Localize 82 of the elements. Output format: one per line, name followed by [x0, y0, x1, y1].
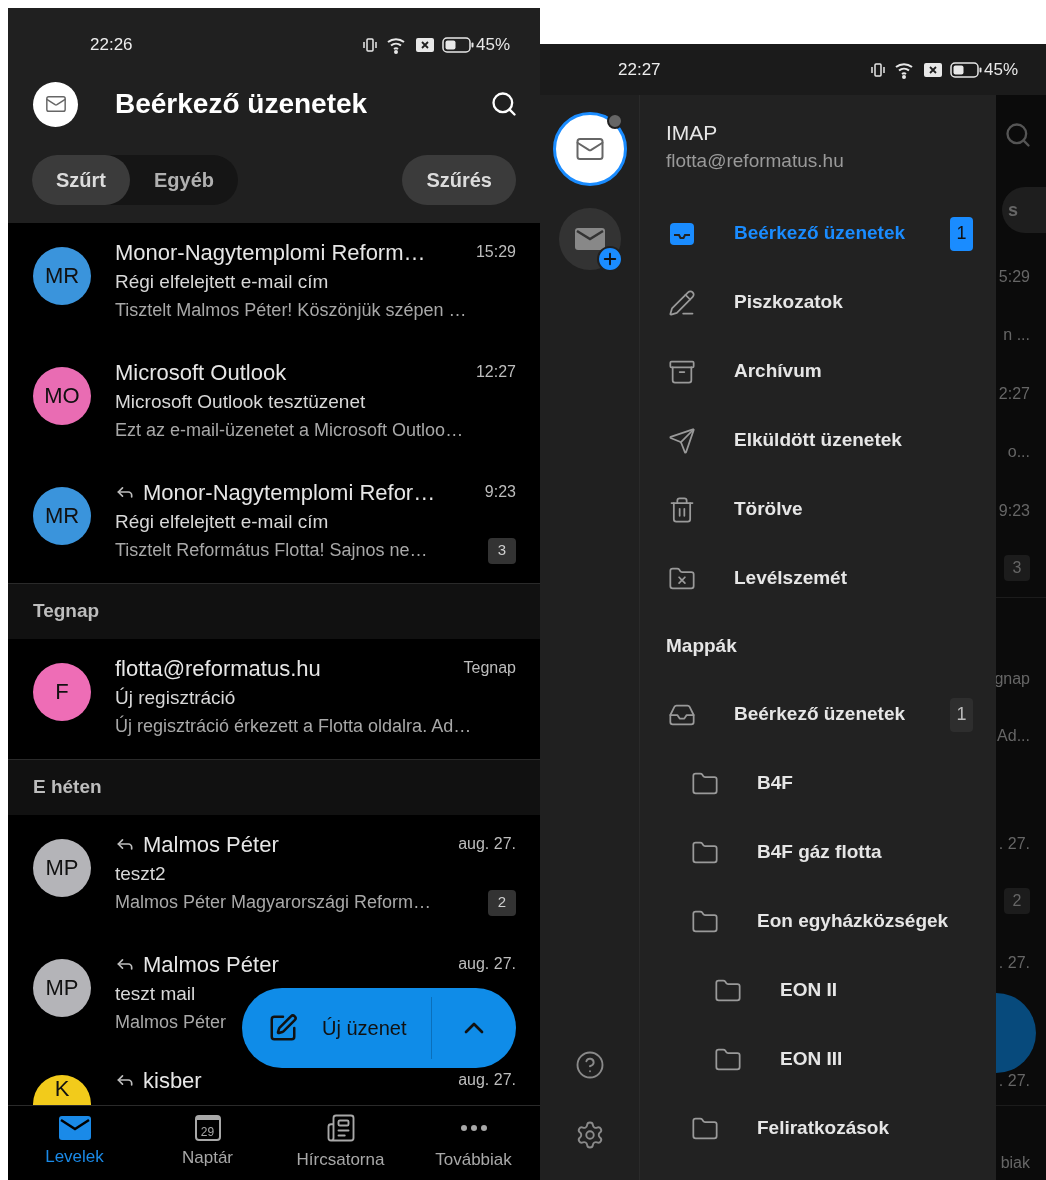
folder-item[interactable]: Eon egyházközségek: [640, 887, 996, 956]
status-time: 22:27: [618, 58, 661, 81]
nav-tab[interactable]: Továbbiak: [407, 1106, 540, 1180]
folder-item[interactable]: Törölve: [640, 475, 996, 544]
nav-tab[interactable]: 29 Naptár: [141, 1106, 274, 1180]
sender-name: flotta@reformatus.hu: [115, 654, 322, 683]
peek-text: . 27.: [998, 953, 1030, 973]
folder-item[interactable]: Archívum: [640, 337, 996, 406]
peek-text: . 27.: [998, 834, 1030, 854]
unread-count: 1: [950, 216, 973, 251]
thread-count: 2: [488, 889, 516, 916]
peek-text: 9:23: [998, 501, 1030, 521]
message-subject: teszt2: [115, 862, 167, 886]
peek-text: biak: [1000, 1153, 1030, 1173]
sender-name: Malmos Péter: [143, 830, 280, 859]
message-subject: teszt mail: [115, 982, 197, 1006]
sender-name: Monor-Nagytemplomi Reform…: [115, 238, 427, 267]
filter-tab[interactable]: Szűrt: [32, 155, 130, 205]
message-subject: Régi elfelejtett e-mail cím: [115, 510, 330, 534]
peek-text: n ...: [1003, 325, 1030, 345]
calendar-icon: 29: [194, 1115, 221, 1142]
message-time: 9:23: [484, 482, 516, 502]
folder-item[interactable]: Piszkozatok: [640, 268, 996, 337]
compose-button[interactable]: Új üzenet: [242, 988, 516, 1068]
sender-name: Malmos Péter: [143, 950, 280, 979]
message-time: aug. 27.: [458, 954, 516, 974]
message-time: 15:29: [475, 242, 516, 262]
nav-tab[interactable]: Hírcsatorna: [274, 1106, 407, 1180]
message-preview: Új regisztráció érkezett a Flotta oldalra. Ad…: [115, 714, 472, 738]
nav-tab[interactable]: Levelek: [8, 1106, 141, 1180]
section-heading: E héten: [33, 775, 102, 800]
avatar: F: [33, 663, 91, 721]
peek-text: 2:27: [998, 384, 1030, 404]
avatar: MP: [33, 839, 91, 897]
peek-text: o...: [1007, 442, 1030, 462]
filter-tab[interactable]: Egyéb: [130, 155, 239, 205]
message-subject: Microsoft Outlook tesztüzenet: [115, 390, 367, 414]
message-subject: Új regisztráció: [115, 686, 237, 710]
avatar: MR: [33, 247, 91, 305]
folder-item[interactable]: B4F gáz flotta: [640, 818, 996, 887]
screen-title: Beérkező üzenetek: [115, 87, 369, 121]
status-time: 22:26: [90, 34, 133, 57]
sender-name: Microsoft Outlook: [115, 358, 288, 387]
message-preview: Tisztelt Malmos Péter! Köszönjük szépen …: [115, 299, 467, 322]
peek-text: gnap: [996, 669, 1030, 689]
folder-item[interactable]: Feliratkozások: [640, 1094, 996, 1163]
message-subject: Régi elfelejtett e-mail cím: [115, 270, 330, 294]
folder-item[interactable]: Elküldött üzenetek: [640, 406, 996, 475]
peek-text: 5:29: [998, 267, 1030, 287]
thread-count: 3: [1004, 555, 1030, 581]
folder-item[interactable]: EON II: [640, 956, 996, 1025]
folder-item[interactable]: EON III: [640, 1025, 996, 1094]
account-name: IMAP: [666, 120, 719, 146]
message-time: aug. 27.: [458, 1070, 516, 1090]
sender-name: kisber: [143, 1066, 203, 1095]
peek-text: Ad...: [997, 726, 1030, 746]
message-time: 12:27: [475, 362, 516, 382]
sender-name: Monor-Nagytemplomi Refor…: [143, 478, 437, 507]
avatar: MO: [33, 367, 91, 425]
peek-text: . 27.: [998, 1071, 1030, 1091]
account-email: flotta@reformatus.hu: [666, 149, 845, 173]
avatar: MP: [33, 959, 91, 1017]
avatar: MR: [33, 487, 91, 545]
message-time: aug. 27.: [458, 834, 516, 854]
folder-item[interactable]: Beérkező üzenetek 1: [640, 680, 996, 749]
folder-item[interactable]: Levélszemét: [640, 544, 996, 613]
unread-count: 1: [950, 697, 973, 732]
thread-count: 3: [488, 537, 516, 564]
message-preview: Malmos Péter: [115, 1011, 227, 1034]
folder-item[interactable]: Beérkező üzenetek 1: [640, 199, 996, 268]
message-preview: Ezt az e-mail-üzenetet a Microsoft Outloo…: [115, 419, 464, 442]
section-heading: Tegnap: [33, 599, 100, 624]
battery-percent: 45%: [475, 34, 510, 57]
battery-percent: 45%: [983, 58, 1018, 81]
message-time: Tegnap: [463, 658, 516, 678]
folder-item[interactable]: B4F: [640, 749, 996, 818]
section-heading: Mappák: [666, 634, 737, 659]
message-preview: Tisztelt Református Flotta! Sajnos ne…: [115, 539, 428, 562]
message-preview: Malmos Péter Magyarországi Reform…: [115, 891, 432, 914]
avatar: K: [33, 1075, 91, 1105]
thread-count: 2: [1004, 888, 1030, 914]
filter-button[interactable]: Szűrés: [402, 155, 516, 205]
